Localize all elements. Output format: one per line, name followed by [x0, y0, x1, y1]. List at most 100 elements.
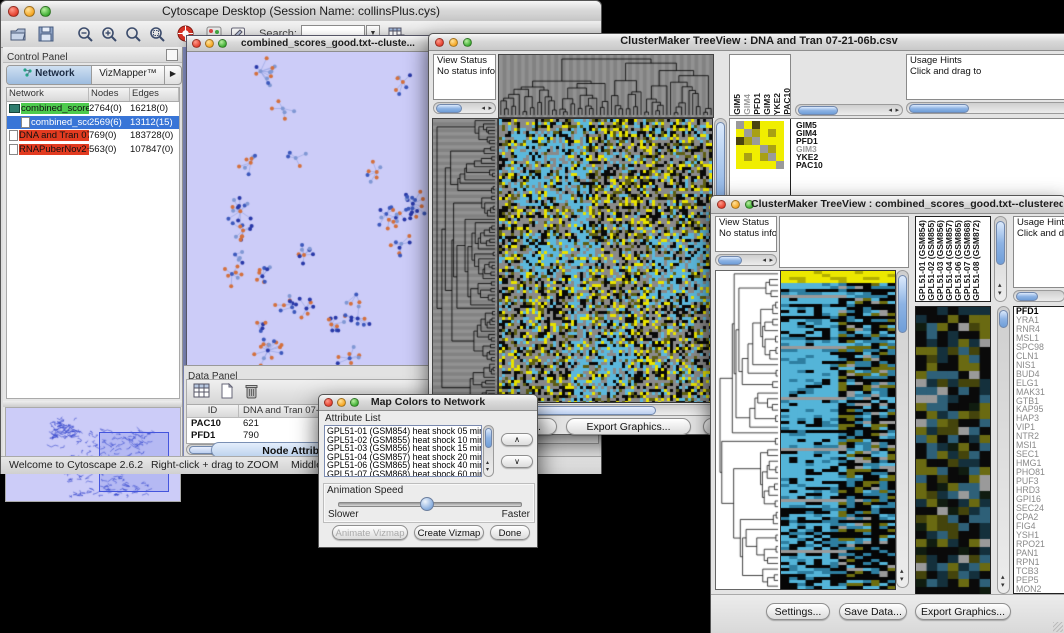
move-attribute-down-button[interactable]: ∨: [501, 455, 533, 468]
matrix-cell[interactable]: [776, 145, 784, 153]
create-vizmap-button[interactable]: Create Vizmap: [414, 525, 484, 540]
zoom-in-icon[interactable]: [101, 26, 117, 42]
tv1-column-labels[interactable]: GIM5GIM4PFD1GIM3YKE2PAC10: [729, 54, 791, 116]
delete-attribute-trash-icon[interactable]: [243, 382, 261, 400]
main-titlebar[interactable]: Cytoscape Desktop (Session Name: collins…: [1, 1, 601, 22]
tv1-zoom-hscrollbar[interactable]: ◂▸: [795, 104, 903, 116]
network-table-row[interactable]: combined_scores2764(0)16218(0): [7, 102, 179, 116]
matrix-cell[interactable]: [744, 153, 752, 161]
tv2-settings-button[interactable]: Settings...: [766, 603, 830, 620]
tv2-column-dendrogram[interactable]: [779, 216, 909, 268]
zoom-fit-icon[interactable]: [125, 26, 141, 42]
matrix-cell[interactable]: [752, 145, 760, 153]
matrix-cell[interactable]: [752, 121, 760, 129]
column-header[interactable]: Edges: [130, 88, 179, 101]
matrix-cell[interactable]: [776, 121, 784, 129]
zoom-selected-icon[interactable]: [149, 26, 165, 42]
matrix-cell[interactable]: [760, 161, 768, 169]
matrix-cell[interactable]: [760, 121, 768, 129]
matrix-cell[interactable]: [776, 137, 784, 145]
birdseye-view[interactable]: [5, 407, 181, 502]
tab-vizmapper[interactable]: VizMapper™: [92, 66, 164, 84]
done-button[interactable]: Done: [490, 525, 530, 540]
tv1-export-graphics-button[interactable]: Export Graphics...: [566, 418, 691, 435]
matrix-cell[interactable]: [752, 137, 760, 145]
tv2-gene-list[interactable]: PFD1YRA1RNR4MSL1SPC98CLN1NIS1BUD4ELG1MAK…: [1013, 306, 1064, 594]
tv2-gene-list-scrollbar[interactable]: ▴▾: [997, 306, 1010, 594]
tv2-column-labels-scrollbar[interactable]: ▴▾: [994, 216, 1007, 302]
tv2-view-status-scrollbar[interactable]: ◂▸: [715, 254, 777, 266]
column-header[interactable]: Nodes: [89, 88, 130, 101]
zoom-out-icon[interactable]: [77, 26, 93, 42]
zoom-window-icon[interactable]: [218, 39, 227, 48]
matrix-cell[interactable]: [776, 161, 784, 169]
tv2-column-labels[interactable]: GPL51-01 (GSM854)GPL51-02 (GSM855)GPL51-…: [915, 216, 991, 302]
network-table-row[interactable]: DNA and Tran 07769(0)183728(0): [7, 129, 179, 143]
network-view-window-1[interactable]: combined_scores_good.txt--cluste...: [186, 35, 434, 373]
matrix-cell[interactable]: [768, 121, 776, 129]
tv2-row-dendrogram[interactable]: [715, 270, 781, 590]
tab-network[interactable]: Network: [7, 66, 92, 84]
matrix-cell[interactable]: [744, 161, 752, 169]
matrix-cell[interactable]: [768, 145, 776, 153]
treeview1-titlebar[interactable]: ClusterMaker TreeView : DNA and Tran 07-…: [429, 34, 1064, 51]
tv2-usage-hints-scrollbar[interactable]: [1013, 290, 1064, 302]
attribute-table-icon[interactable]: [193, 383, 211, 401]
matrix-cell[interactable]: [776, 153, 784, 161]
save-session-icon[interactable]: [37, 25, 55, 43]
resize-grip-icon[interactable]: [1053, 622, 1063, 632]
column-header[interactable]: Network: [7, 88, 89, 101]
matrix-cell[interactable]: [752, 161, 760, 169]
new-attribute-icon[interactable]: [219, 383, 237, 401]
tv1-column-dendrogram[interactable]: [498, 54, 714, 118]
matrix-cell[interactable]: [760, 137, 768, 145]
matrix-cell[interactable]: [736, 153, 744, 161]
matrix-cell[interactable]: [760, 145, 768, 153]
tv2-zoom-heatmap[interactable]: [915, 306, 991, 596]
matrix-cell[interactable]: [744, 129, 752, 137]
close-icon[interactable]: [717, 200, 726, 209]
matrix-cell[interactable]: [776, 129, 784, 137]
matrix-cell[interactable]: [736, 129, 744, 137]
attribute-listbox[interactable]: GPL51-01 (GSM854) heat shock 05 minGPL51…: [324, 425, 482, 477]
matrix-cell[interactable]: [744, 121, 752, 129]
tv1-view-status-scrollbar[interactable]: ◂▸: [433, 102, 496, 114]
network-table-row[interactable]: combined_sco2569(6)13112(15): [7, 116, 179, 130]
gene-label[interactable]: MON2: [1016, 585, 1064, 594]
tv2-save-data-button[interactable]: Save Data...: [839, 603, 907, 620]
animation-slider-thumb[interactable]: [420, 497, 434, 511]
tv1-row-dendrogram[interactable]: [432, 118, 498, 403]
tv2-heatmap[interactable]: [780, 270, 896, 590]
matrix-cell[interactable]: [768, 137, 776, 145]
minimize-icon[interactable]: [731, 200, 740, 209]
network-table-row[interactable]: RNAPuberNov2+563(0)107847(0): [7, 143, 179, 157]
tv2-export-graphics-button[interactable]: Export Graphics...: [915, 603, 1011, 620]
tab-overflow-arrow[interactable]: ▶: [164, 66, 181, 84]
move-attribute-up-button[interactable]: ∧: [501, 433, 533, 446]
matrix-cell[interactable]: [736, 145, 744, 153]
minimize-icon[interactable]: [205, 39, 214, 48]
matrix-cell[interactable]: [768, 153, 776, 161]
dialog-titlebar[interactable]: Map Colors to Network: [319, 395, 537, 411]
treeview2-titlebar[interactable]: ClusterMaker TreeView : combined_scores_…: [711, 196, 1064, 214]
tv2-heatmap-vscrollbar[interactable]: ▴▾: [896, 270, 909, 588]
matrix-cell[interactable]: [736, 137, 744, 145]
animate-vizmap-button[interactable]: Animate Vizmap: [332, 525, 408, 540]
matrix-cell[interactable]: [744, 145, 752, 153]
matrix-cell[interactable]: [760, 153, 768, 161]
attribute-list-item[interactable]: GPL51-07 (GSM868) heat shock 60 min: [327, 470, 481, 477]
matrix-cell[interactable]: [744, 137, 752, 145]
matrix-cell[interactable]: [760, 129, 768, 137]
matrix-cell[interactable]: [768, 161, 776, 169]
tv1-heatmap[interactable]: [498, 118, 713, 403]
column-header[interactable]: ID: [187, 405, 239, 417]
tv1-zoom-matrix[interactable]: [736, 121, 784, 169]
matrix-cell[interactable]: [736, 161, 744, 169]
attribute-list-scrollbar[interactable]: ▴▾: [483, 425, 494, 477]
matrix-cell[interactable]: [736, 121, 744, 129]
open-session-icon[interactable]: [9, 25, 27, 43]
tv1-usage-hints-scrollbar[interactable]: ◂▸: [906, 102, 1064, 114]
network-canvas-1[interactable]: [187, 52, 431, 371]
matrix-cell[interactable]: [752, 129, 760, 137]
close-icon[interactable]: [192, 39, 201, 48]
